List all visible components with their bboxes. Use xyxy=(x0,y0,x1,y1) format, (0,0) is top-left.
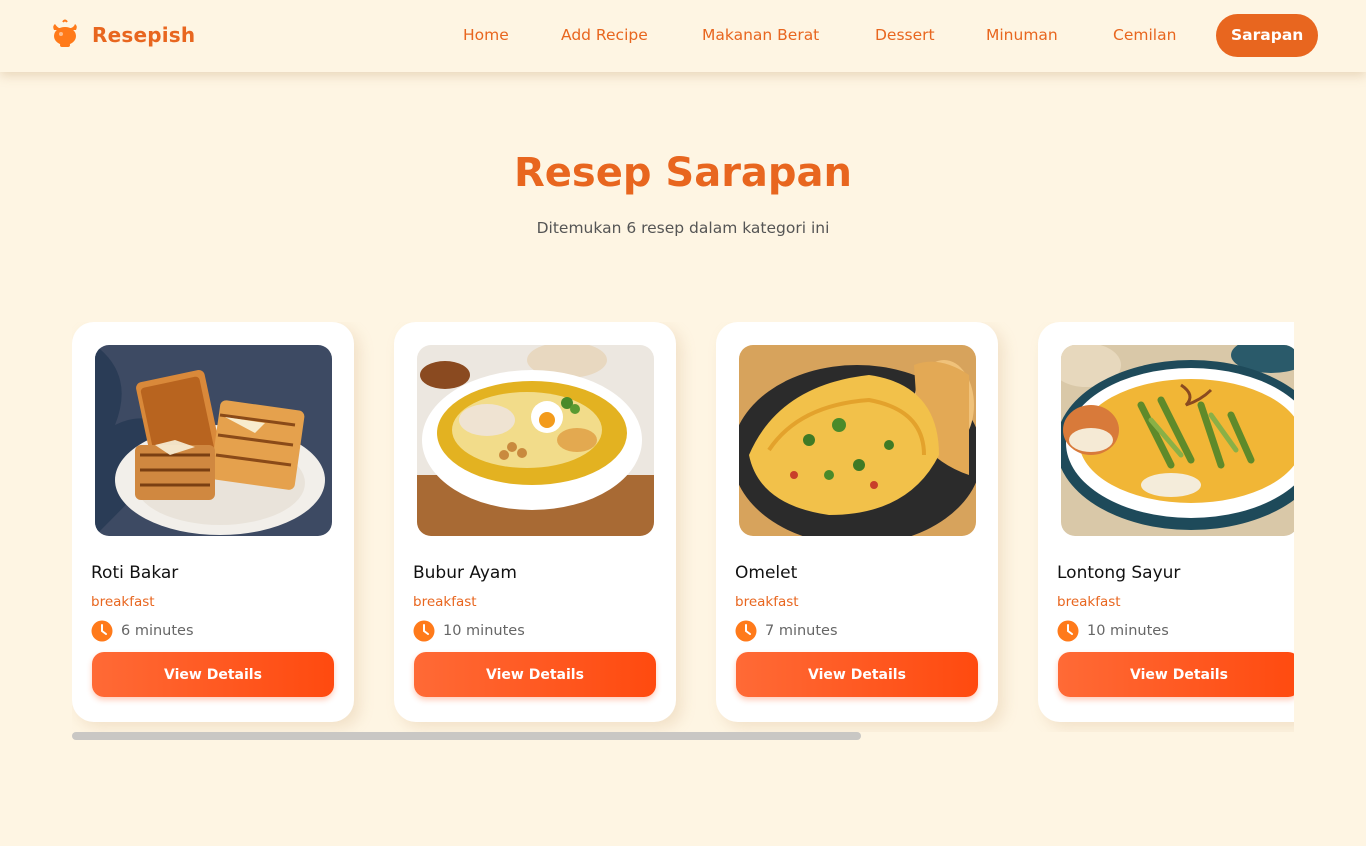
recipe-card: Omelet breakfast 7 minutes View Details xyxy=(716,322,998,722)
recipe-category: breakfast xyxy=(413,594,477,610)
nav-sarapan[interactable]: Sarapan xyxy=(1216,14,1319,57)
clock-icon xyxy=(413,620,435,642)
clock-icon xyxy=(1057,620,1079,642)
recipe-category: breakfast xyxy=(91,594,155,610)
recipe-time-label: 6 minutes xyxy=(121,623,194,639)
recipe-time: 10 minutes xyxy=(413,620,525,642)
recipe-title: Lontong Sayur xyxy=(1057,563,1181,583)
recipe-category: breakfast xyxy=(735,594,799,610)
recipe-card: Bubur Ayam breakfast 10 minutes View Det… xyxy=(394,322,676,722)
view-details-button[interactable]: View Details xyxy=(92,652,334,697)
toast-photo xyxy=(95,345,332,536)
main-nav: Home Add Recipe Makanan Berat Dessert Mi… xyxy=(0,14,1366,57)
recipe-time: 7 minutes xyxy=(735,620,838,642)
nav-makanan-berat[interactable]: Makanan Berat xyxy=(702,14,819,57)
view-details-button[interactable]: View Details xyxy=(736,652,978,697)
recipe-time-label: 10 minutes xyxy=(443,623,525,639)
carousel-scrollbar[interactable] xyxy=(72,732,1294,740)
view-details-button[interactable]: View Details xyxy=(1058,652,1294,697)
omelet-photo xyxy=(739,345,976,536)
recipe-time-label: 7 minutes xyxy=(765,623,838,639)
nav-home[interactable]: Home xyxy=(463,14,509,57)
recipe-title: Omelet xyxy=(735,563,798,583)
nav-minuman[interactable]: Minuman xyxy=(986,14,1058,57)
recipe-card: Lontong Sayur breakfast 10 minutes View … xyxy=(1038,322,1294,722)
carousel-scroll-thumb[interactable] xyxy=(72,732,861,740)
page-title: Resep Sarapan xyxy=(513,150,853,196)
recipe-time: 10 minutes xyxy=(1057,620,1169,642)
recipe-time-label: 10 minutes xyxy=(1087,623,1169,639)
porridge-photo xyxy=(417,345,654,536)
recipe-title: Bubur Ayam xyxy=(413,563,517,583)
nav-cemilan[interactable]: Cemilan xyxy=(1113,14,1176,57)
recipe-title: Roti Bakar xyxy=(91,563,179,583)
clock-icon xyxy=(91,620,113,642)
page-subtitle: Ditemukan 6 resep dalam kategori ini xyxy=(536,219,830,237)
nav-dessert[interactable]: Dessert xyxy=(875,14,935,57)
recipe-card: Roti Bakar breakfast 6 minutes View Deta… xyxy=(72,322,354,722)
top-nav-bar: Resepish Home Add Recipe Makanan Berat D… xyxy=(0,0,1366,72)
recipe-category: breakfast xyxy=(1057,594,1121,610)
clock-icon xyxy=(735,620,757,642)
recipe-time: 6 minutes xyxy=(91,620,194,642)
recipe-carousel: Roti Bakar breakfast 6 minutes View Deta… xyxy=(72,322,1294,732)
nav-add-recipe[interactable]: Add Recipe xyxy=(561,14,648,57)
curry-photo xyxy=(1061,345,1294,536)
view-details-button[interactable]: View Details xyxy=(414,652,656,697)
